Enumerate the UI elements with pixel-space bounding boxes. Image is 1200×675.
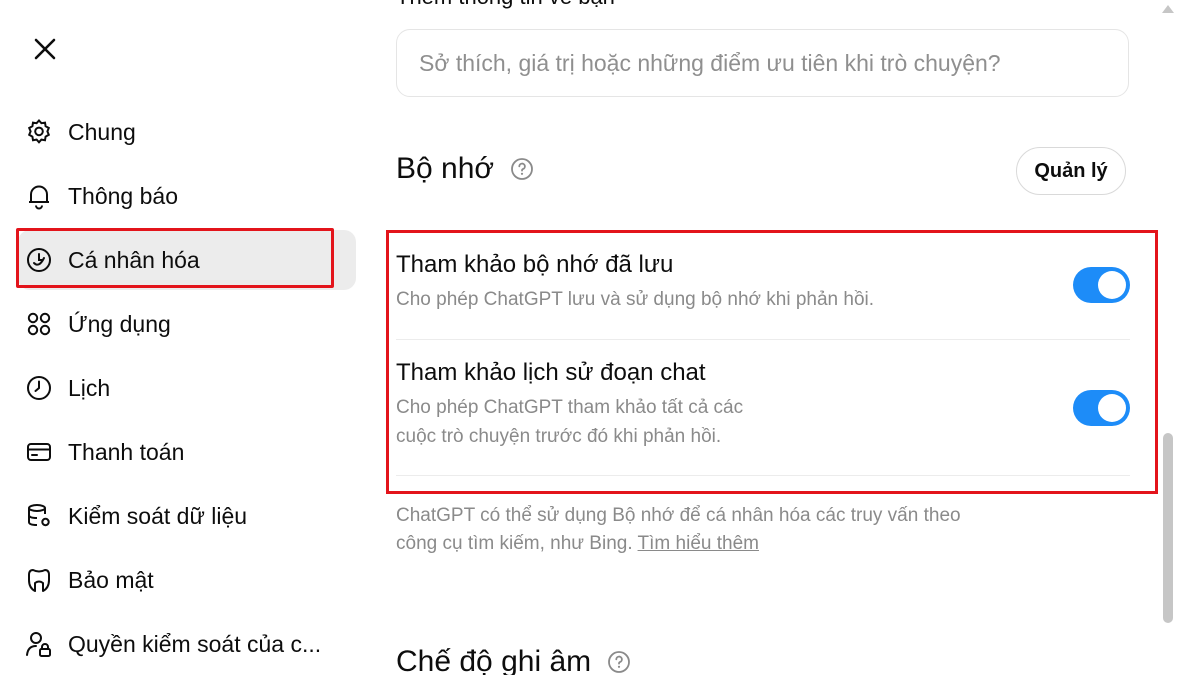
memory-note-line: công cụ tìm kiếm, như Bing. Tìm hiểu thê… [396,530,1036,558]
help-icon[interactable] [510,157,534,181]
saved-memory-title: Tham khảo bộ nhớ đã lưu [396,251,674,278]
sidebar-item-label: Chung [68,118,136,145]
chat-history-description-line: cuộc trò chuyện trước đó khi phản hồi. [396,426,722,447]
sidebar-item-label: Bảo mật [68,566,154,593]
memory-note: ChatGPT có thể sử dụng Bộ nhớ để cá nhân… [396,502,1036,558]
sidebar-item-personalization[interactable]: Cá nhân hóa [16,228,356,290]
saved-memory-toggle[interactable] [1073,267,1130,303]
settings-sidebar: Chung Thông báo Cá nhân hóa Ứng dụng Lịc… [16,102,356,675]
scroll-up-arrow-icon[interactable] [1160,2,1176,16]
sidebar-item-notifications[interactable]: Thông báo [18,166,356,226]
sidebar-item-label: Ứng dụng [68,310,171,337]
sidebar-item-label: Quyền kiểm soát của c... [68,630,322,657]
memory-note-line: ChatGPT có thể sử dụng Bộ nhớ để cá nhân… [396,505,961,526]
personalization-panel: Thêm thông tin về bạn Bộ nhớ Quản lý Tha… [396,0,1130,675]
memory-note-text: công cụ tìm kiếm, như Bing. [396,533,633,554]
sidebar-item-billing[interactable]: Thanh toán [18,422,356,482]
sidebar-item-label: Cá nhân hóa [68,246,200,273]
sidebar-item-apps[interactable]: Ứng dụng [18,294,356,354]
close-icon [34,38,56,60]
sidebar-item-security[interactable]: Bảo mật [18,550,356,610]
database-icon [24,501,54,531]
saved-memory-setting: Tham khảo bộ nhớ đã lưu Cho phép ChatGPT… [396,251,1130,314]
divider [396,339,1130,340]
bell-icon [24,181,54,211]
user-lock-icon [24,629,54,659]
toggle-knob [1098,271,1126,299]
manage-memory-button[interactable]: Quản lý [1016,147,1126,195]
sidebar-item-label: Lịch [68,374,111,401]
help-icon[interactable] [607,650,631,674]
recording-title-text: Chế độ ghi âm [396,645,592,675]
clock-icon [24,373,54,403]
saved-memory-description: Cho phép ChatGPT lưu và sử dụng bộ nhớ k… [396,289,875,310]
divider [396,475,1130,476]
sidebar-item-label: Thông báo [68,182,178,209]
personalization-icon [24,245,54,275]
chat-history-title: Tham khảo lịch sử đoạn chat [396,359,706,386]
sidebar-item-label: Kiểm soát dữ liệu [68,502,248,529]
apps-grid-icon [24,309,54,339]
chat-history-description-line: Cho phép ChatGPT tham khảo tất cả các [396,397,744,418]
toggle-knob [1098,394,1126,422]
scrollbar-thumb[interactable] [1163,433,1173,623]
gear-icon [24,117,54,147]
credit-card-icon [24,437,54,467]
memory-title-text: Bộ nhớ [396,152,495,185]
chat-history-description: Cho phép ChatGPT tham khảo tất cả các cu… [396,393,1130,451]
shield-icon [24,565,54,595]
chat-history-setting: Tham khảo lịch sử đoạn chat Cho phép Cha… [396,359,1130,451]
settings-dialog: Chung Thông báo Cá nhân hóa Ứng dụng Lịc… [0,0,1200,675]
memory-section-title: Bộ nhớ [396,152,534,186]
sidebar-item-label: Thanh toán [68,438,185,465]
close-button[interactable] [26,30,64,68]
sidebar-item-schedule[interactable]: Lịch [18,358,356,418]
sidebar-item-general[interactable]: Chung [18,102,356,162]
about-you-input[interactable] [396,29,1129,97]
chat-history-toggle[interactable] [1073,390,1130,426]
learn-more-link[interactable]: Tìm hiểu thêm [638,533,759,554]
sidebar-item-data-controls[interactable]: Kiểm soát dữ liệu [18,486,356,546]
about-you-title: Thêm thông tin về bạn [396,0,615,10]
recording-mode-title: Chế độ ghi âm [396,645,631,675]
sidebar-item-parental-controls[interactable]: Quyền kiểm soát của c... [18,614,356,674]
